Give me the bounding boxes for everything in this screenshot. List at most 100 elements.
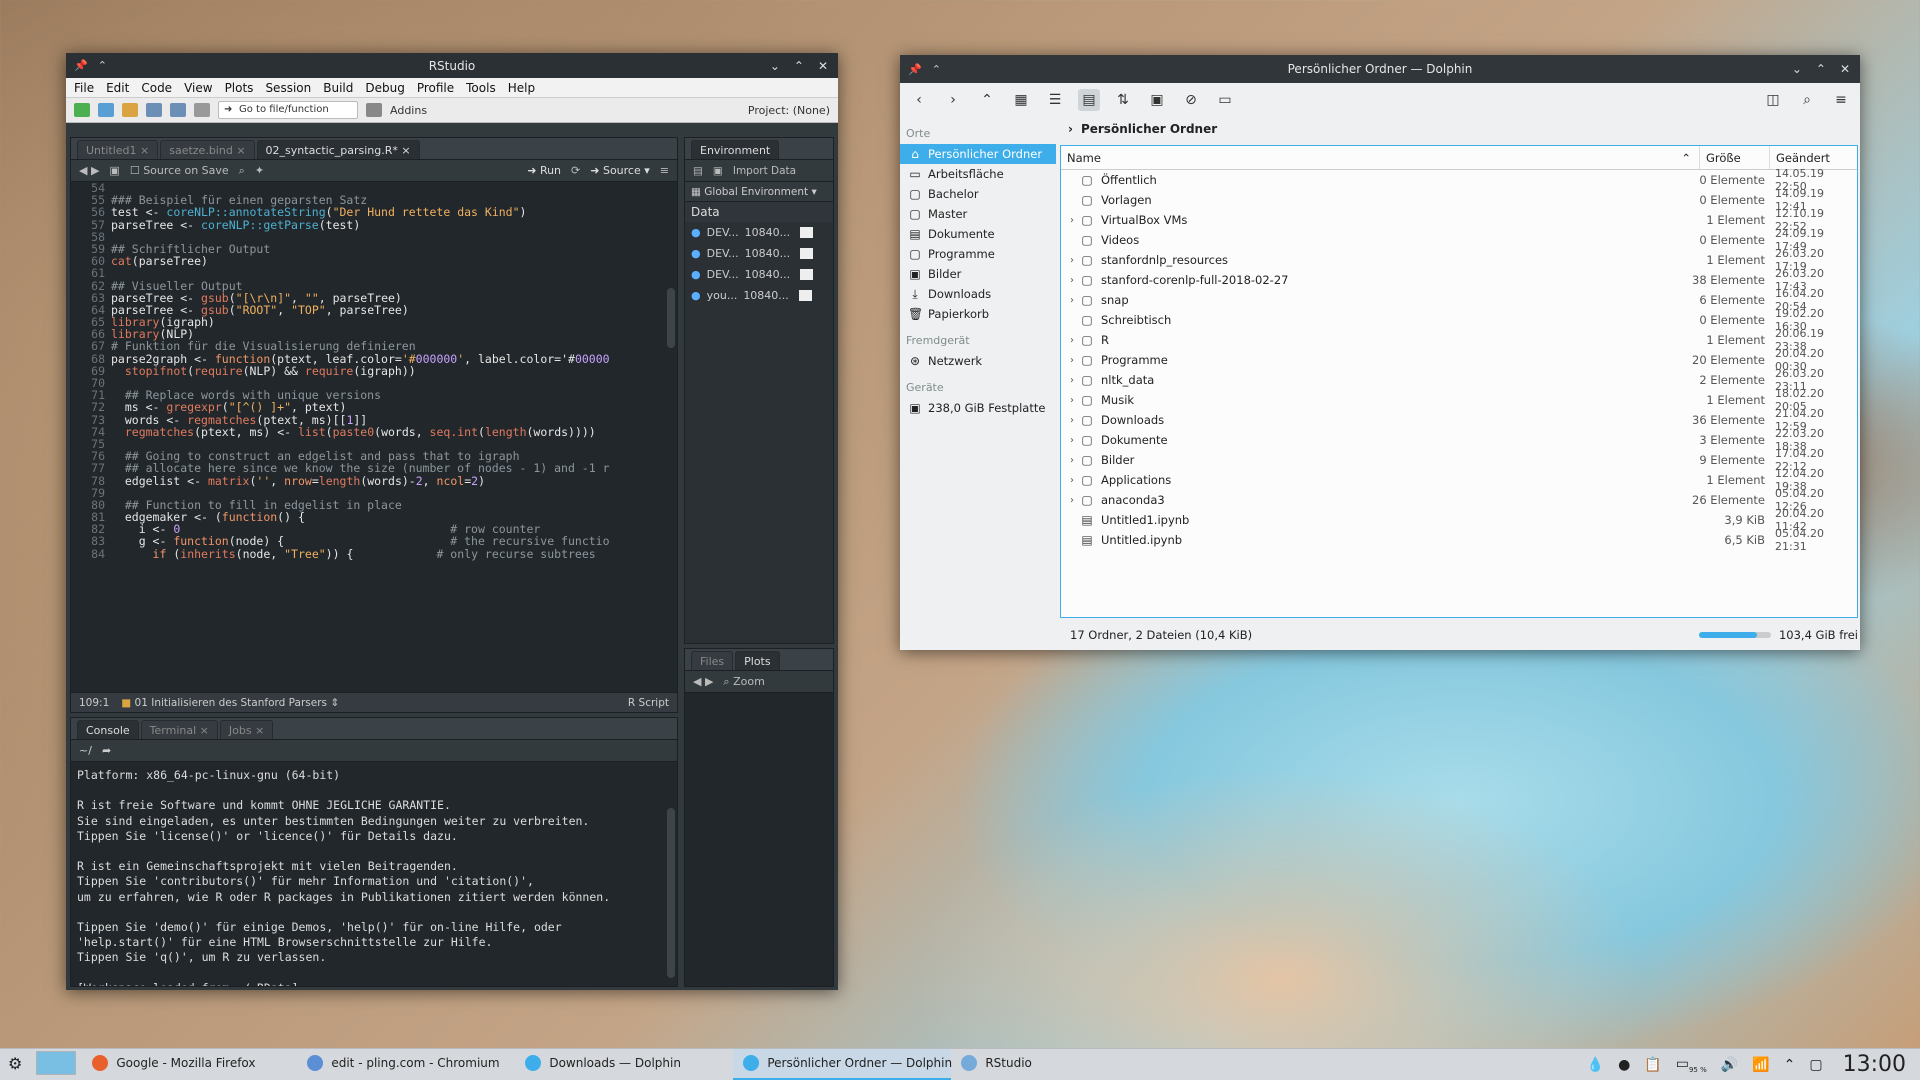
keep-above-icon[interactable]: ⌃: [932, 63, 941, 76]
expand-arrow-icon[interactable]: ›: [1065, 475, 1079, 486]
zoom-button[interactable]: ⌕ Zoom: [723, 675, 764, 689]
table-view-icon[interactable]: [800, 227, 814, 238]
table-view-icon[interactable]: [800, 269, 814, 280]
tab-jobs[interactable]: Jobs ×: [219, 720, 274, 739]
close-tab-icon[interactable]: ×: [140, 144, 149, 157]
close-tab-icon[interactable]: ×: [200, 724, 209, 737]
pager[interactable]: [30, 1049, 82, 1080]
places-item[interactable]: ▣ Bilder: [900, 264, 1056, 284]
terminal-icon[interactable]: ▭: [1214, 89, 1236, 111]
prev-plot-icon[interactable]: ◀ ▶: [693, 675, 713, 688]
menu-view[interactable]: View: [184, 81, 212, 95]
close-tab-icon[interactable]: ×: [401, 144, 410, 157]
close-tab-icon[interactable]: ×: [236, 144, 245, 157]
column-size[interactable]: Größe: [1700, 146, 1770, 169]
rerun-icon[interactable]: ⟳: [571, 164, 580, 177]
console-scrollbar[interactable]: [667, 808, 675, 978]
search-icon[interactable]: ⌕: [1796, 89, 1818, 111]
save-icon[interactable]: [146, 103, 162, 117]
clock[interactable]: 13:00: [1843, 1052, 1906, 1077]
file-row[interactable]: › ▢ stanfordnlp_resources 1 Element 26.03.20…: [1061, 247, 1857, 273]
places-item-network[interactable]: ⊛ Netzwerk: [900, 351, 1056, 371]
places-item[interactable]: ▢ Programme: [900, 244, 1056, 264]
places-item[interactable]: ▢ Bachelor: [900, 184, 1056, 204]
task-button[interactable]: RStudio: [951, 1049, 1161, 1080]
icons-view-icon[interactable]: ▦: [1010, 89, 1032, 111]
file-row[interactable]: › ▢ Musik 1 Element 18.02.20 20:05: [1061, 387, 1857, 413]
open-file-icon[interactable]: [122, 103, 138, 117]
column-name[interactable]: Name ⌃: [1061, 146, 1700, 169]
places-item[interactable]: ▭ Arbeitsfläche: [900, 164, 1056, 184]
menu-plots[interactable]: Plots: [225, 81, 254, 95]
clipboard-icon[interactable]: 📋: [1644, 1057, 1661, 1073]
new-project-icon[interactable]: [98, 103, 114, 117]
battery-icon[interactable]: ▭95 %: [1676, 1056, 1707, 1074]
places-item-harddisk[interactable]: ▣ 238,0 GiB Festplatte: [900, 398, 1056, 418]
table-view-icon[interactable]: [798, 290, 812, 301]
expand-arrow-icon[interactable]: ›: [1065, 435, 1079, 446]
file-row[interactable]: ▤ Untitled1.ipynb 3,9 KiB 20.04.20 11:42: [1061, 507, 1857, 533]
file-row[interactable]: ▢ Vorlagen 0 Elemente 14.09.19 12:41: [1061, 187, 1857, 213]
places-item[interactable]: ▤ Dokumente: [900, 224, 1056, 244]
new-file-icon[interactable]: [74, 103, 90, 117]
details-view-icon[interactable]: ▤: [1078, 89, 1100, 111]
project-menu[interactable]: Project: (None): [748, 104, 830, 117]
menu-debug[interactable]: Debug: [365, 81, 404, 95]
places-item[interactable]: ⌂ Persönlicher Ordner: [900, 144, 1056, 164]
expand-arrow-icon[interactable]: ›: [1065, 495, 1079, 506]
split-view-icon[interactable]: ◫: [1762, 89, 1784, 111]
close-button[interactable]: ✕: [818, 59, 828, 73]
addins-menu[interactable]: Addins: [390, 104, 427, 117]
file-row[interactable]: › ▢ Bilder 9 Elemente 17.04.20 22:12: [1061, 447, 1857, 473]
hidden-files-icon[interactable]: ⊘: [1180, 89, 1202, 111]
dot-icon[interactable]: ●: [1618, 1057, 1630, 1073]
places-item[interactable]: ⤓ Downloads: [900, 284, 1056, 304]
file-row[interactable]: › ▢ Programme 20 Elemente 20.04.20 00:30: [1061, 347, 1857, 373]
file-row[interactable]: › ▢ VirtualBox VMs 1 Element 12.10.19 22:52: [1061, 207, 1857, 233]
env-row[interactable]: ● DEV... 10840...: [685, 222, 833, 243]
save-workspace-icon[interactable]: ▣: [713, 165, 723, 177]
keep-above-icon[interactable]: ⌃: [98, 59, 107, 72]
env-scope-menu[interactable]: ▦ Global Environment ▾: [685, 182, 833, 202]
compact-view-icon[interactable]: ☰: [1044, 89, 1066, 111]
tab-source-file[interactable]: Untitled1 ×: [77, 140, 159, 159]
back-arrow-icon[interactable]: ◀ ▶: [79, 164, 99, 177]
console-output[interactable]: Platform: x86_64-pc-linux-gnu (64-bit) R…: [71, 762, 677, 986]
expand-arrow-icon[interactable]: ›: [1065, 375, 1079, 386]
minimize-button[interactable]: ⌄: [1792, 62, 1802, 76]
maximize-button[interactable]: ⌃: [1816, 62, 1826, 76]
menu-help[interactable]: Help: [508, 81, 535, 95]
code-editor[interactable]: 54 55 ### Beispiel für einen geparsten Sat…: [71, 182, 677, 692]
tab-terminal[interactable]: Terminal ×: [140, 720, 218, 739]
up-icon[interactable]: ⌃: [976, 89, 998, 111]
expand-arrow-icon[interactable]: ›: [1065, 455, 1079, 466]
editor-scrollbar[interactable]: [667, 288, 675, 348]
expand-icon[interactable]: ●: [691, 226, 701, 239]
expand-arrow-icon[interactable]: ›: [1065, 255, 1079, 266]
expand-icon[interactable]: ●: [691, 247, 701, 260]
file-type-menu[interactable]: R Script: [628, 697, 669, 709]
expand-arrow-icon[interactable]: ›: [1065, 355, 1079, 366]
wand-icon[interactable]: ✦: [255, 164, 264, 177]
menu-session[interactable]: Session: [265, 81, 311, 95]
pin-icon[interactable]: 📌: [74, 59, 88, 72]
goto-file-input[interactable]: ➜ Go to file/function: [218, 101, 358, 119]
expand-arrow-icon[interactable]: ›: [1065, 415, 1079, 426]
file-row[interactable]: › ▢ Downloads 36 Elemente 21.04.20 12:59: [1061, 407, 1857, 433]
file-row[interactable]: ▢ Videos 0 Elemente 24.09.19 17:49: [1061, 227, 1857, 253]
import-data-button[interactable]: Import Data: [733, 165, 796, 177]
close-button[interactable]: ✕: [1840, 62, 1850, 76]
task-button[interactable]: Google - Mozilla Firefox: [82, 1049, 297, 1080]
rstudio-titlebar[interactable]: 📌 ⌃ RStudio ⌄ ⌃ ✕: [66, 53, 838, 78]
minimize-button[interactable]: ⌄: [770, 59, 780, 73]
search-icon[interactable]: ⌕: [239, 164, 245, 178]
outline-icon[interactable]: ≡: [660, 164, 669, 177]
column-date[interactable]: Geändert: [1770, 146, 1857, 169]
env-row[interactable]: ● DEV... 10840...: [685, 243, 833, 264]
env-row[interactable]: ● you... 10840...: [685, 285, 833, 306]
places-item[interactable]: 🗑 Papierkorb: [900, 304, 1056, 324]
tab-environment[interactable]: Environment: [691, 140, 780, 159]
expand-arrow-icon[interactable]: ›: [1065, 215, 1079, 226]
task-button[interactable]: Downloads — Dolphin: [515, 1049, 733, 1080]
print-icon[interactable]: [194, 103, 210, 117]
